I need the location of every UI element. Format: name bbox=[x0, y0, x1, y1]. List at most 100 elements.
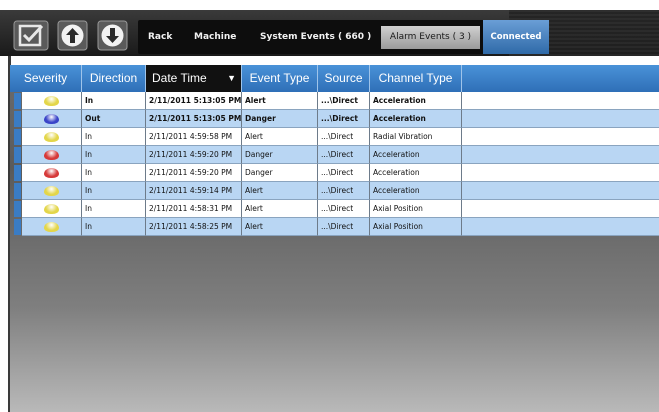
event-type-cell: Alert bbox=[242, 182, 318, 200]
column-header-direction[interactable]: Direction bbox=[82, 65, 146, 92]
severity-cell bbox=[22, 110, 82, 128]
table-row[interactable]: Out 2/11/2011 5:13:05 PM Danger ...\Direct A… bbox=[22, 110, 659, 128]
checkbox-icon bbox=[13, 20, 49, 51]
channel-type-cell: Acceleration bbox=[370, 182, 462, 200]
row-filler bbox=[462, 110, 659, 128]
severity-yellow-icon bbox=[44, 222, 59, 232]
connection-status: Connected bbox=[483, 20, 549, 54]
severity-yellow-icon bbox=[44, 186, 59, 196]
tab-rack[interactable]: Rack bbox=[148, 20, 172, 54]
severity-red-icon bbox=[44, 150, 59, 160]
source-cell: ...\Direct bbox=[318, 146, 370, 164]
arrow-up-icon bbox=[57, 20, 88, 51]
top-toolbar: Rack Machine System Events ( 660 ) Alarm… bbox=[0, 10, 659, 56]
row-filler bbox=[462, 200, 659, 218]
channel-type-cell: Acceleration bbox=[370, 110, 462, 128]
row-filler bbox=[462, 218, 659, 236]
severity-cell bbox=[22, 200, 82, 218]
datetime-cell: 2/11/2011 4:59:14 PM bbox=[146, 182, 242, 200]
direction-cell: In bbox=[82, 92, 146, 110]
sort-descending-icon: ▼ bbox=[227, 73, 236, 83]
source-cell: ...\Direct bbox=[318, 110, 370, 128]
datetime-cell: 2/11/2011 4:59:58 PM bbox=[146, 128, 242, 146]
move-down-button[interactable] bbox=[97, 20, 128, 51]
row-selector[interactable] bbox=[14, 183, 21, 199]
table-row[interactable]: In 2/11/2011 4:59:20 PM Danger ...\Direct Ac… bbox=[22, 164, 659, 182]
datetime-cell: 2/11/2011 4:59:20 PM bbox=[146, 146, 242, 164]
row-selector[interactable] bbox=[14, 219, 21, 235]
row-filler bbox=[462, 146, 659, 164]
row-selector[interactable] bbox=[14, 201, 21, 217]
table-row[interactable]: In 2/11/2011 4:59:14 PM Alert ...\Direct Acc… bbox=[22, 182, 659, 200]
column-header-source[interactable]: Source bbox=[318, 65, 370, 92]
table-row[interactable]: In 2/11/2011 4:58:25 PM Alert ...\Direct Axi… bbox=[22, 218, 659, 236]
severity-cell bbox=[22, 218, 82, 236]
table-row[interactable]: In 2/11/2011 4:59:58 PM Alert ...\Direct Rad… bbox=[22, 128, 659, 146]
severity-cell bbox=[22, 92, 82, 110]
datetime-cell: 2/11/2011 5:13:05 PM bbox=[146, 92, 242, 110]
tab-alarm-events[interactable]: Alarm Events ( 3 ) bbox=[381, 26, 480, 49]
direction-cell: In bbox=[82, 146, 146, 164]
severity-cell bbox=[22, 164, 82, 182]
direction-cell: In bbox=[82, 182, 146, 200]
severity-yellow-icon bbox=[44, 96, 59, 106]
select-all-button[interactable] bbox=[13, 20, 49, 51]
row-selector[interactable] bbox=[14, 165, 21, 181]
direction-cell: In bbox=[82, 164, 146, 182]
arrow-down-icon bbox=[97, 20, 128, 51]
event-type-cell: Alert bbox=[242, 200, 318, 218]
datetime-cell: 2/11/2011 4:58:31 PM bbox=[146, 200, 242, 218]
source-cell: ...\Direct bbox=[318, 164, 370, 182]
severity-yellow-icon bbox=[44, 132, 59, 142]
datetime-cell: 2/11/2011 4:58:25 PM bbox=[146, 218, 242, 236]
direction-cell: In bbox=[82, 218, 146, 236]
event-type-cell: Alert bbox=[242, 218, 318, 236]
source-cell: ...\Direct bbox=[318, 200, 370, 218]
view-tabbar: Rack Machine System Events ( 660 ) Alarm… bbox=[138, 20, 549, 54]
direction-cell: Out bbox=[82, 110, 146, 128]
source-cell: ...\Direct bbox=[318, 182, 370, 200]
event-type-cell: Alert bbox=[242, 92, 318, 110]
column-header-datetime[interactable]: Date Time ▼ bbox=[146, 65, 242, 92]
grid-header: Severity Direction Date Time ▼ Event Typ… bbox=[10, 65, 659, 92]
table-row[interactable]: In 2/11/2011 5:13:05 PM Alert ...\Direct Acc… bbox=[22, 92, 659, 110]
severity-blue-icon bbox=[44, 114, 59, 124]
row-selector[interactable] bbox=[14, 147, 21, 163]
source-cell: ...\Direct bbox=[318, 92, 370, 110]
channel-type-cell: Radial Vibration bbox=[370, 128, 462, 146]
channel-type-cell: Axial Position bbox=[370, 200, 462, 218]
row-selector[interactable] bbox=[14, 93, 21, 109]
alarm-events-grid: Severity Direction Date Time ▼ Event Typ… bbox=[10, 65, 659, 412]
column-header-channel-type[interactable]: Channel Type bbox=[370, 65, 462, 92]
table-row[interactable]: In 2/11/2011 4:59:20 PM Danger ...\Direct Ac… bbox=[22, 146, 659, 164]
severity-cell bbox=[22, 128, 82, 146]
row-indicator-column bbox=[14, 92, 22, 236]
event-type-cell: Danger bbox=[242, 110, 318, 128]
column-header-datetime-label: Date Time bbox=[152, 71, 207, 85]
source-cell: ...\Direct bbox=[318, 218, 370, 236]
row-filler bbox=[462, 92, 659, 110]
column-header-event-type[interactable]: Event Type bbox=[242, 65, 318, 92]
channel-type-cell: Acceleration bbox=[370, 146, 462, 164]
source-cell: ...\Direct bbox=[318, 128, 370, 146]
row-selector[interactable] bbox=[14, 111, 21, 127]
row-selector[interactable] bbox=[14, 129, 21, 145]
event-type-cell: Danger bbox=[242, 146, 318, 164]
move-up-button[interactable] bbox=[57, 20, 88, 51]
severity-yellow-icon bbox=[44, 204, 59, 214]
tab-system-events[interactable]: System Events ( 660 ) bbox=[260, 20, 371, 54]
direction-cell: In bbox=[82, 200, 146, 218]
channel-type-cell: Acceleration bbox=[370, 92, 462, 110]
tab-machine[interactable]: Machine bbox=[194, 20, 236, 54]
direction-cell: In bbox=[82, 128, 146, 146]
event-type-cell: Danger bbox=[242, 164, 318, 182]
table-row[interactable]: In 2/11/2011 4:58:31 PM Alert ...\Direct Axi… bbox=[22, 200, 659, 218]
row-filler bbox=[462, 164, 659, 182]
datetime-cell: 2/11/2011 5:13:05 PM bbox=[146, 110, 242, 128]
row-filler bbox=[462, 182, 659, 200]
channel-type-cell: Axial Position bbox=[370, 218, 462, 236]
column-header-severity[interactable]: Severity bbox=[10, 65, 82, 92]
severity-cell bbox=[22, 182, 82, 200]
severity-cell bbox=[22, 146, 82, 164]
severity-red-icon bbox=[44, 168, 59, 178]
